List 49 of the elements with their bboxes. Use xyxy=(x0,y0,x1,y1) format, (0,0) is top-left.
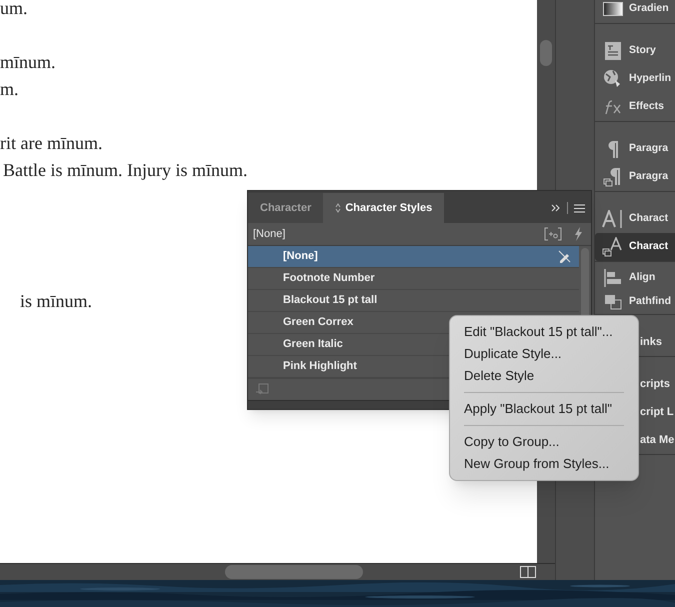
panel-item[interactable]: Pathfind xyxy=(595,290,675,314)
panel-item[interactable]: Paragra xyxy=(595,135,675,163)
pilcrow-icon xyxy=(606,140,620,158)
panel-tab[interactable]: Character Styles xyxy=(323,193,444,223)
body-text: Battle is mīnum. Injury is mīnum. xyxy=(3,160,248,180)
style-list-item[interactable]: Footnote Number xyxy=(248,268,579,290)
gradient-icon xyxy=(603,2,623,16)
pathfinder-icon xyxy=(604,294,622,310)
body-text: is mīnum. xyxy=(20,291,92,311)
panel-item[interactable]: Charact xyxy=(595,233,675,261)
panel-item[interactable]: Hyperlin xyxy=(595,65,675,93)
align-icon xyxy=(604,269,622,287)
panel-item[interactable]: Effects xyxy=(595,93,675,121)
double-chevron-icon[interactable] xyxy=(551,204,561,212)
panel-item[interactable]: Story xyxy=(595,37,675,65)
type-icon xyxy=(602,210,624,228)
panel-item[interactable]: Gradien xyxy=(595,0,675,23)
new-style-icon[interactable] xyxy=(544,227,562,241)
panel-item[interactable]: cript L xyxy=(640,404,674,420)
panel-item[interactable]: ata Me xyxy=(640,432,674,448)
lightning-icon[interactable] xyxy=(574,227,582,241)
scrollbar-thumb[interactable] xyxy=(225,565,363,579)
sort-icon xyxy=(335,203,342,213)
style-list-item[interactable]: Blackout 15 pt tall xyxy=(248,290,579,312)
pilcrow-styles-icon xyxy=(603,167,623,187)
pen-crossed-icon xyxy=(558,250,571,263)
split-view-icon[interactable] xyxy=(520,566,536,578)
style-list-item[interactable]: [None] xyxy=(248,246,579,268)
body-text: mīnum. xyxy=(0,52,56,72)
document-icon xyxy=(605,42,621,60)
panel-item[interactable]: inks xyxy=(640,334,662,350)
load-styles-icon[interactable] xyxy=(256,383,269,396)
panel-item[interactable]: Paragra xyxy=(595,163,675,191)
menu-item[interactable]: Copy to Group... xyxy=(450,431,638,453)
scrollbar-thumb[interactable] xyxy=(540,40,552,66)
current-style-label: [None] xyxy=(253,226,286,242)
globe-icon xyxy=(603,69,623,89)
panel-item[interactable]: Align xyxy=(595,266,675,290)
body-text: rit are mīnum. xyxy=(0,133,102,153)
panel-item[interactable]: Charact xyxy=(595,205,675,233)
body-text: m. xyxy=(0,79,19,99)
menu-item[interactable]: New Group from Styles... xyxy=(450,453,638,475)
panel-tab[interactable]: Character xyxy=(248,193,324,223)
fx-icon xyxy=(603,99,623,115)
panel-item[interactable]: cripts xyxy=(640,376,670,392)
menu-item[interactable]: Apply "Blackout 15 pt tall" xyxy=(450,398,638,420)
type-styles-icon xyxy=(602,237,624,257)
menu-icon[interactable] xyxy=(574,204,585,212)
body-text: um. xyxy=(0,0,28,18)
